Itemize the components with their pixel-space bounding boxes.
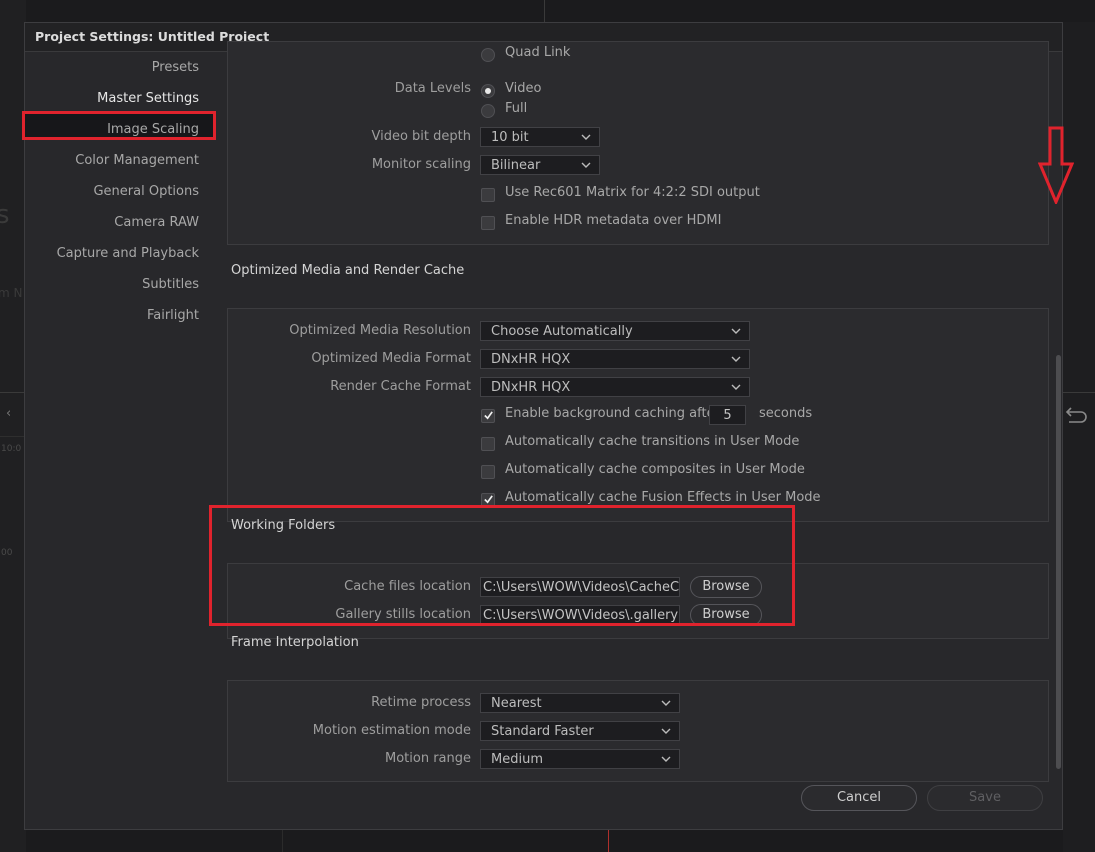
cache-transitions-checkbox[interactable] (481, 437, 495, 451)
project-settings-dialog: Project Settings: Untitled Project Prese… (22, 22, 1063, 831)
checkmark-icon (484, 495, 493, 504)
optimized-media-resolution-select[interactable]: Choose Automatically (480, 321, 750, 341)
video-bit-depth-select[interactable]: 10 bit (480, 127, 600, 147)
background-caching-seconds-input[interactable]: 5 (709, 405, 746, 425)
settings-content: Quad Link Data Levels Video Full Video b… (227, 41, 1049, 831)
scrollbar-thumb[interactable] (1056, 355, 1061, 769)
motion-range-label: Motion range (384, 751, 471, 766)
chevron-down-icon (661, 756, 671, 762)
cache-transitions-label: Automatically cache transitions in User … (505, 434, 800, 449)
render-cache-format-label: Render Cache Format (330, 379, 471, 394)
chevron-down-icon (661, 728, 671, 734)
data-levels-video-radio[interactable] (481, 84, 495, 98)
sidebar-item-capture-and-playback[interactable]: Capture and Playback (57, 246, 199, 261)
sidebar-item-general-options[interactable]: General Options (93, 184, 199, 199)
motion-estimation-mode-select[interactable]: Standard Faster (480, 721, 680, 741)
background-timecode: :10:0 (0, 444, 22, 454)
sidebar-item-presets[interactable]: Presets (152, 60, 199, 75)
data-levels-full-label: Full (505, 101, 528, 116)
sidebar-item-camera-raw[interactable]: Camera RAW (114, 215, 199, 230)
optimized-media-format-select[interactable]: DNxHR HQX (480, 349, 750, 369)
background-app-top (26, 0, 1095, 22)
monitor-scaling-select[interactable]: Bilinear (480, 155, 600, 175)
hdr-metadata-label: Enable HDR metadata over HDMI (505, 213, 722, 228)
seconds-label: seconds (759, 406, 813, 421)
quad-link-label: Quad Link (505, 45, 571, 60)
render-cache-format-select[interactable]: DNxHR HQX (480, 377, 750, 397)
rec601-label: Use Rec601 Matrix for 4:2:2 SDI output (505, 185, 760, 200)
background-timecode: :00 (0, 548, 13, 558)
working-folders-highlight (209, 505, 795, 626)
chevron-down-icon (731, 356, 741, 362)
background-clip-icon: ‹ (6, 406, 12, 421)
chevron-down-icon (731, 328, 741, 334)
chevron-down-icon (581, 134, 591, 140)
optimized-media-resolution-label: Optimized Media Resolution (289, 323, 471, 338)
cache-composites-checkbox[interactable] (481, 465, 495, 479)
data-levels-full-radio[interactable] (481, 104, 495, 118)
cache-fusion-label: Automatically cache Fusion Effects in Us… (505, 490, 821, 505)
return-icon (1065, 407, 1087, 423)
video-monitoring-panel: Quad Link Data Levels Video Full Video b… (227, 41, 1049, 245)
optimized-media-format-label: Optimized Media Format (311, 351, 471, 366)
data-levels-label: Data Levels (394, 81, 471, 96)
checkmark-icon (484, 411, 493, 420)
cancel-button[interactable]: Cancel (801, 785, 917, 811)
chevron-down-icon (731, 384, 741, 390)
video-bit-depth-label: Video bit depth (371, 129, 472, 144)
frame-interpolation-panel: Retime process Nearest Motion estimation… (227, 680, 1049, 782)
data-levels-video-label: Video (505, 81, 542, 96)
background-app-bottom (26, 830, 1063, 852)
frame-interpolation-title: Frame Interpolation (231, 635, 359, 650)
arrow-down-icon (1038, 126, 1074, 204)
monitor-scaling-label: Monitor scaling (371, 157, 471, 172)
background-text: m N (0, 286, 23, 300)
sidebar-item-image-scaling[interactable]: Image Scaling (107, 122, 199, 137)
optimized-media-panel: Optimized Media Resolution Choose Automa… (227, 308, 1049, 522)
rec601-checkbox[interactable] (481, 188, 495, 202)
background-caching-label: Enable background caching after (505, 406, 720, 421)
optimized-media-title: Optimized Media and Render Cache (231, 263, 465, 278)
retime-process-label: Retime process (371, 695, 471, 710)
chevron-down-icon (661, 700, 671, 706)
sidebar-item-master-settings[interactable]: Master Settings (97, 91, 199, 106)
retime-process-select[interactable]: Nearest (480, 693, 680, 713)
cache-composites-label: Automatically cache composites in User M… (505, 462, 805, 477)
motion-range-select[interactable]: Medium (480, 749, 680, 769)
motion-estimation-mode-label: Motion estimation mode (312, 723, 471, 738)
hdr-metadata-checkbox[interactable] (481, 216, 495, 230)
background-text: s (0, 200, 10, 230)
quad-link-radio[interactable] (481, 48, 495, 62)
chevron-down-icon (581, 162, 591, 168)
background-caching-checkbox[interactable] (481, 409, 495, 423)
sidebar-item-subtitles[interactable]: Subtitles (142, 277, 199, 292)
sidebar-item-color-management[interactable]: Color Management (75, 153, 199, 168)
sidebar-item-fairlight[interactable]: Fairlight (147, 308, 199, 323)
save-button[interactable]: Save (927, 785, 1043, 811)
